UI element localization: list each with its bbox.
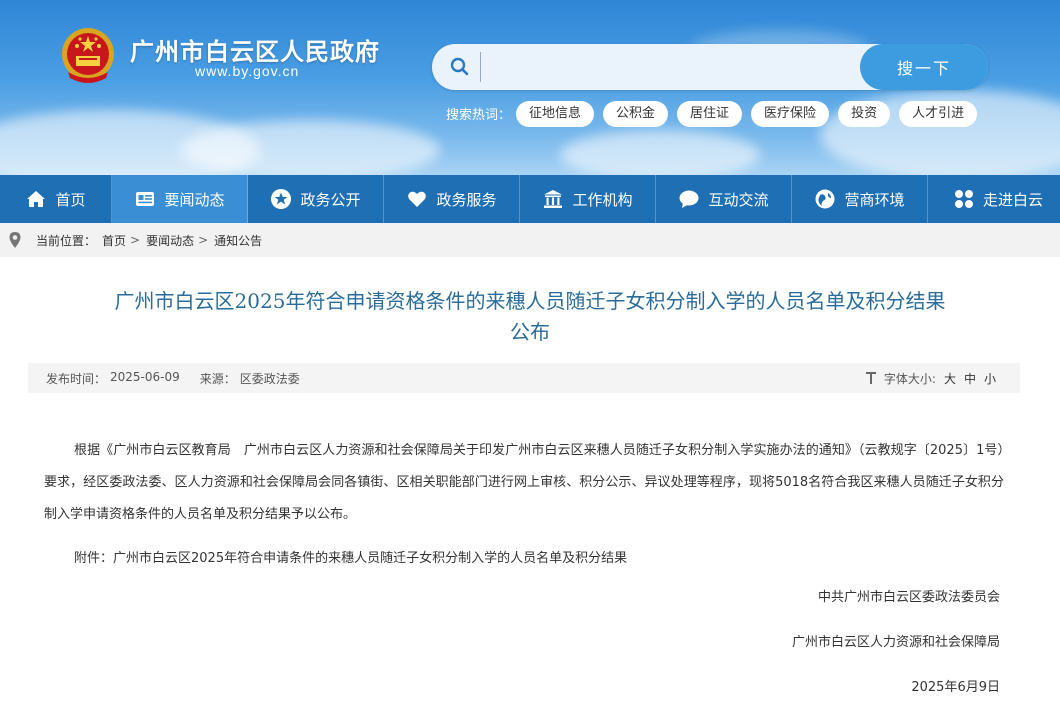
breadcrumb-label: 当前位置： (36, 233, 97, 248)
publish-date: 2025-06-09 (110, 369, 180, 384)
hot-tag[interactable]: 人才引进 (899, 101, 978, 127)
font-size-controls: 字体大小: 大 中 小 (865, 370, 996, 387)
font-size-icon (865, 372, 876, 384)
source-value: 区委政法委 (239, 371, 300, 386)
news-icon (136, 192, 155, 206)
article-title-line: 广州市白云区2025年符合申请资格条件的来穗人员随迁子女积分制入学的人员名单及积… (114, 289, 946, 313)
search-input[interactable] (480, 52, 850, 82)
nav-item-label: 首页 (55, 190, 86, 209)
heart-icon (408, 191, 427, 207)
article-meta-bar: 发布时间： 2025-06-09 来源： 区委政法委 字体大小: 大 中 小 (28, 363, 1020, 393)
site-header: 广州市白云区人民政府 www.by.gov.cn 搜一下 搜索热词： 征地信息 … (0, 0, 1060, 175)
attachment-link[interactable]: 附件：广州市白云区2025年符合申请条件的来穗人员随迁子女积分制入学的人员名单及… (44, 543, 1004, 575)
hot-search-tags: 征地信息 公积金 居住证 医疗保险 投资 人才引进 (516, 101, 978, 127)
signature-org-1: 中共广州市白云区委政法委员会 (817, 590, 1000, 605)
star-icon (271, 189, 292, 209)
building-icon (544, 190, 563, 208)
breadcrumb: 当前位置： 首页 > 要闻动态 > 通知公告 (0, 223, 1060, 257)
nav-item-label: 走进白云 (982, 190, 1043, 209)
nav-item-business-env[interactable]: 营商环境 (792, 175, 928, 223)
hot-search-label: 搜索热词： (446, 108, 512, 123)
site-title[interactable]: 广州市白云区人民政府 (130, 32, 380, 67)
grid-icon (954, 190, 973, 208)
breadcrumb-separator: > (130, 233, 141, 247)
breadcrumb-item-notices[interactable]: 通知公告 (214, 232, 262, 249)
article-title-line: 公布 (510, 320, 550, 344)
nav-item-label: 互动交流 (708, 190, 769, 209)
nav-item-label: 工作机构 (572, 190, 633, 209)
nav-item-interaction[interactable]: 互动交流 (656, 175, 792, 223)
font-size-small-link[interactable]: 小 (984, 370, 996, 387)
source-label: 来源： (199, 371, 236, 386)
article-paragraph: 根据《广州市白云区教育局 广州市白云区人力资源和社会保障局关于印发广州市白云区来… (44, 443, 1004, 522)
globe-icon (815, 189, 835, 209)
main-nav: 首页 要闻动态 政务公开 政务服务 工作机构 互动交流 营商环境 走进白云 (0, 175, 1060, 223)
publish-label: 发布时间： (46, 371, 107, 386)
cloud-decoration (560, 130, 760, 175)
hot-tag[interactable]: 医疗保险 (751, 101, 830, 127)
breadcrumb-item-home[interactable]: 首页 (102, 232, 126, 249)
nav-item-gov-services[interactable]: 政务服务 (384, 175, 520, 223)
signature-date: 2025年6月9日 (911, 680, 1000, 695)
hot-tag[interactable]: 征地信息 (516, 101, 595, 127)
article-body: 根据《广州市白云区教育局 广州市白云区人力资源和社会保障局关于印发广州市白云区来… (44, 435, 1004, 575)
national-emblem-icon[interactable] (60, 26, 116, 86)
hot-tag[interactable]: 居住证 (677, 101, 743, 127)
cloud-decoration (180, 120, 440, 175)
article-title: 广州市白云区2025年符合申请资格条件的来穗人员随迁子女积分制入学的人员名单及积… (60, 286, 1000, 348)
font-size-label: 字体大小: (883, 371, 936, 386)
nav-item-about-baiyun[interactable]: 走进白云 (928, 175, 1060, 223)
nav-item-label: 政务服务 (436, 190, 497, 209)
breadcrumb-item-news[interactable]: 要闻动态 (146, 232, 194, 249)
article-meta: 发布时间： 2025-06-09 来源： 区委政法委 (46, 370, 300, 387)
signature-org-2: 广州市白云区人力资源和社会保障局 (791, 635, 1000, 650)
chat-icon (679, 190, 699, 208)
nav-item-label: 营商环境 (844, 190, 905, 209)
hot-tag[interactable]: 投资 (838, 101, 891, 127)
location-pin-icon (9, 232, 21, 248)
nav-item-label: 要闻动态 (164, 190, 225, 209)
nav-item-news[interactable]: 要闻动态 (112, 175, 248, 223)
nav-item-label: 政务公开 (300, 190, 361, 209)
nav-item-gov-affairs[interactable]: 政务公开 (248, 175, 384, 223)
home-icon (27, 191, 46, 207)
site-url: www.by.gov.cn (195, 63, 300, 79)
nav-item-agencies[interactable]: 工作机构 (520, 175, 656, 223)
nav-item-home[interactable]: 首页 (0, 175, 112, 223)
font-size-large-link[interactable]: 大 (944, 370, 956, 387)
search-icon (450, 57, 469, 76)
search-button[interactable]: 搜一下 (860, 44, 988, 90)
font-size-medium-link[interactable]: 中 (964, 370, 976, 387)
breadcrumb-separator: > (198, 233, 209, 247)
hot-tag[interactable]: 公积金 (603, 101, 669, 127)
search-box: 搜一下 (432, 44, 988, 90)
